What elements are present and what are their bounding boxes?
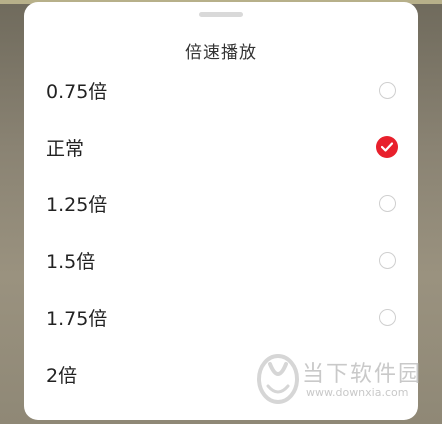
speed-option-label: 1.25倍	[46, 194, 108, 217]
speed-option-2x[interactable]: 2倍	[24, 346, 418, 403]
radio-unchecked-icon[interactable]	[379, 309, 396, 327]
speed-option-1-25x[interactable]: 1.25倍	[24, 176, 418, 233]
radio-checked-icon[interactable]	[376, 136, 398, 159]
speed-option-label: 0.75倍	[46, 80, 108, 103]
sheet-title: 倍速播放	[185, 43, 257, 63]
speed-options-list: 0.75倍 正常 1.25倍 1.5倍 1.75倍 2倍	[24, 62, 418, 403]
speed-option-normal[interactable]: 正常	[24, 119, 418, 176]
check-icon	[381, 142, 393, 152]
speed-option-1-75x[interactable]: 1.75倍	[24, 289, 418, 346]
radio-unchecked-icon[interactable]	[379, 195, 396, 213]
drag-handle[interactable]	[199, 12, 243, 17]
speed-option-0-75x[interactable]: 0.75倍	[24, 62, 418, 119]
speed-option-label: 正常	[46, 137, 85, 160]
speed-option-1-5x[interactable]: 1.5倍	[24, 232, 418, 289]
speed-option-label: 2倍	[46, 364, 78, 387]
speed-option-label: 1.75倍	[46, 308, 108, 331]
playback-speed-sheet: 倍速播放 0.75倍 正常 1.25倍 1.5倍 1.75倍 2倍	[24, 2, 418, 420]
speed-option-label: 1.5倍	[46, 251, 96, 274]
radio-unchecked-icon[interactable]	[379, 252, 396, 270]
radio-unchecked-icon[interactable]	[379, 81, 396, 99]
